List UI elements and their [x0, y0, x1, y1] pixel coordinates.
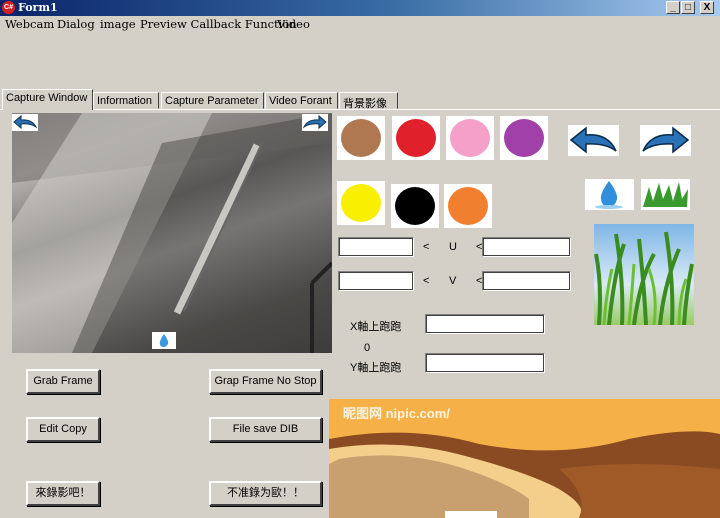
v-label: V: [449, 275, 457, 287]
maximize-button[interactable]: □: [681, 1, 695, 14]
brown-dot: [341, 119, 381, 157]
v-max-input[interactable]: [482, 271, 571, 291]
tab-capture-window[interactable]: Capture Window: [2, 89, 93, 110]
u-max-input[interactable]: [482, 237, 571, 257]
background-image-banner: 昵图网 nipic.com/: [329, 399, 720, 518]
grass-photo[interactable]: [594, 224, 694, 326]
banner-white-patch: [445, 511, 497, 518]
v-less-than-1: <: [423, 275, 430, 287]
banner-watermark: 昵图网 nipic.com/: [343, 406, 450, 421]
water-drop-large-icon[interactable]: [585, 179, 634, 210]
close-button[interactable]: X: [700, 1, 714, 14]
color-swatch-orange[interactable]: [444, 184, 492, 228]
pink-dot: [450, 119, 490, 157]
stop-record-button[interactable]: 不准錄为歐！！: [209, 481, 322, 506]
purple-dot: [504, 119, 544, 157]
window-title: Form1: [18, 1, 58, 14]
tab-capture-parameter[interactable]: Capture Parameter: [161, 92, 264, 109]
large-arrow-right-icon[interactable]: [640, 125, 691, 156]
u-less-than-1: <: [423, 241, 430, 253]
color-swatch-red[interactable]: [392, 116, 440, 160]
y-axis-input[interactable]: [425, 353, 545, 373]
u-label: U: [449, 241, 457, 253]
menu-image[interactable]: image: [100, 17, 136, 31]
color-swatch-black[interactable]: [391, 184, 439, 228]
tab-video-forant[interactable]: Video Forant: [265, 92, 338, 109]
color-swatch-brown[interactable]: [337, 116, 385, 160]
x-axis-input[interactable]: [425, 314, 545, 334]
menu-preview-callback[interactable]: Preview Callback Function: [140, 17, 297, 31]
menu-webcam[interactable]: Webcam: [5, 17, 54, 31]
edit-copy-button[interactable]: Edit Copy: [26, 417, 100, 442]
y-axis-label: Y軸上跑跑: [350, 362, 402, 374]
tab-information[interactable]: Information: [93, 92, 159, 109]
arrow-right-icon[interactable]: [302, 114, 328, 131]
water-drop-icon[interactable]: [152, 332, 176, 349]
black-dot: [395, 187, 435, 225]
menu-video[interactable]: Video: [277, 17, 310, 31]
menu-dialog[interactable]: Dialog: [57, 17, 95, 31]
x-axis-label: X軸上跑跑: [350, 321, 402, 333]
color-swatch-yellow[interactable]: [337, 181, 385, 225]
large-arrow-left-icon[interactable]: [568, 125, 619, 156]
record-button[interactable]: 來錄影吧！: [26, 481, 100, 506]
grass-icon[interactable]: [641, 179, 690, 210]
app-icon[interactable]: C#: [2, 1, 15, 14]
color-swatch-purple[interactable]: [500, 116, 548, 160]
capture-window: [12, 113, 332, 353]
title-bar[interactable]: [0, 0, 720, 16]
red-dot: [396, 119, 436, 157]
v-min-input[interactable]: [338, 271, 414, 291]
yellow-dot: [341, 184, 381, 222]
tab-background-image[interactable]: 背景影像: [339, 92, 398, 110]
arrow-left-icon[interactable]: [12, 114, 38, 131]
grab-frame-button[interactable]: Grab Frame: [26, 369, 100, 394]
zero-label: 0: [364, 342, 371, 354]
minimize-button[interactable]: _: [666, 1, 680, 14]
color-swatch-pink[interactable]: [446, 116, 494, 160]
webcam-preview-image: [12, 113, 332, 353]
grab-frame-no-stop-button[interactable]: Grap Frame No Stop: [209, 369, 322, 394]
u-min-input[interactable]: [338, 237, 414, 257]
orange-dot: [448, 187, 488, 225]
file-save-dib-button[interactable]: File save DIB: [209, 417, 322, 442]
